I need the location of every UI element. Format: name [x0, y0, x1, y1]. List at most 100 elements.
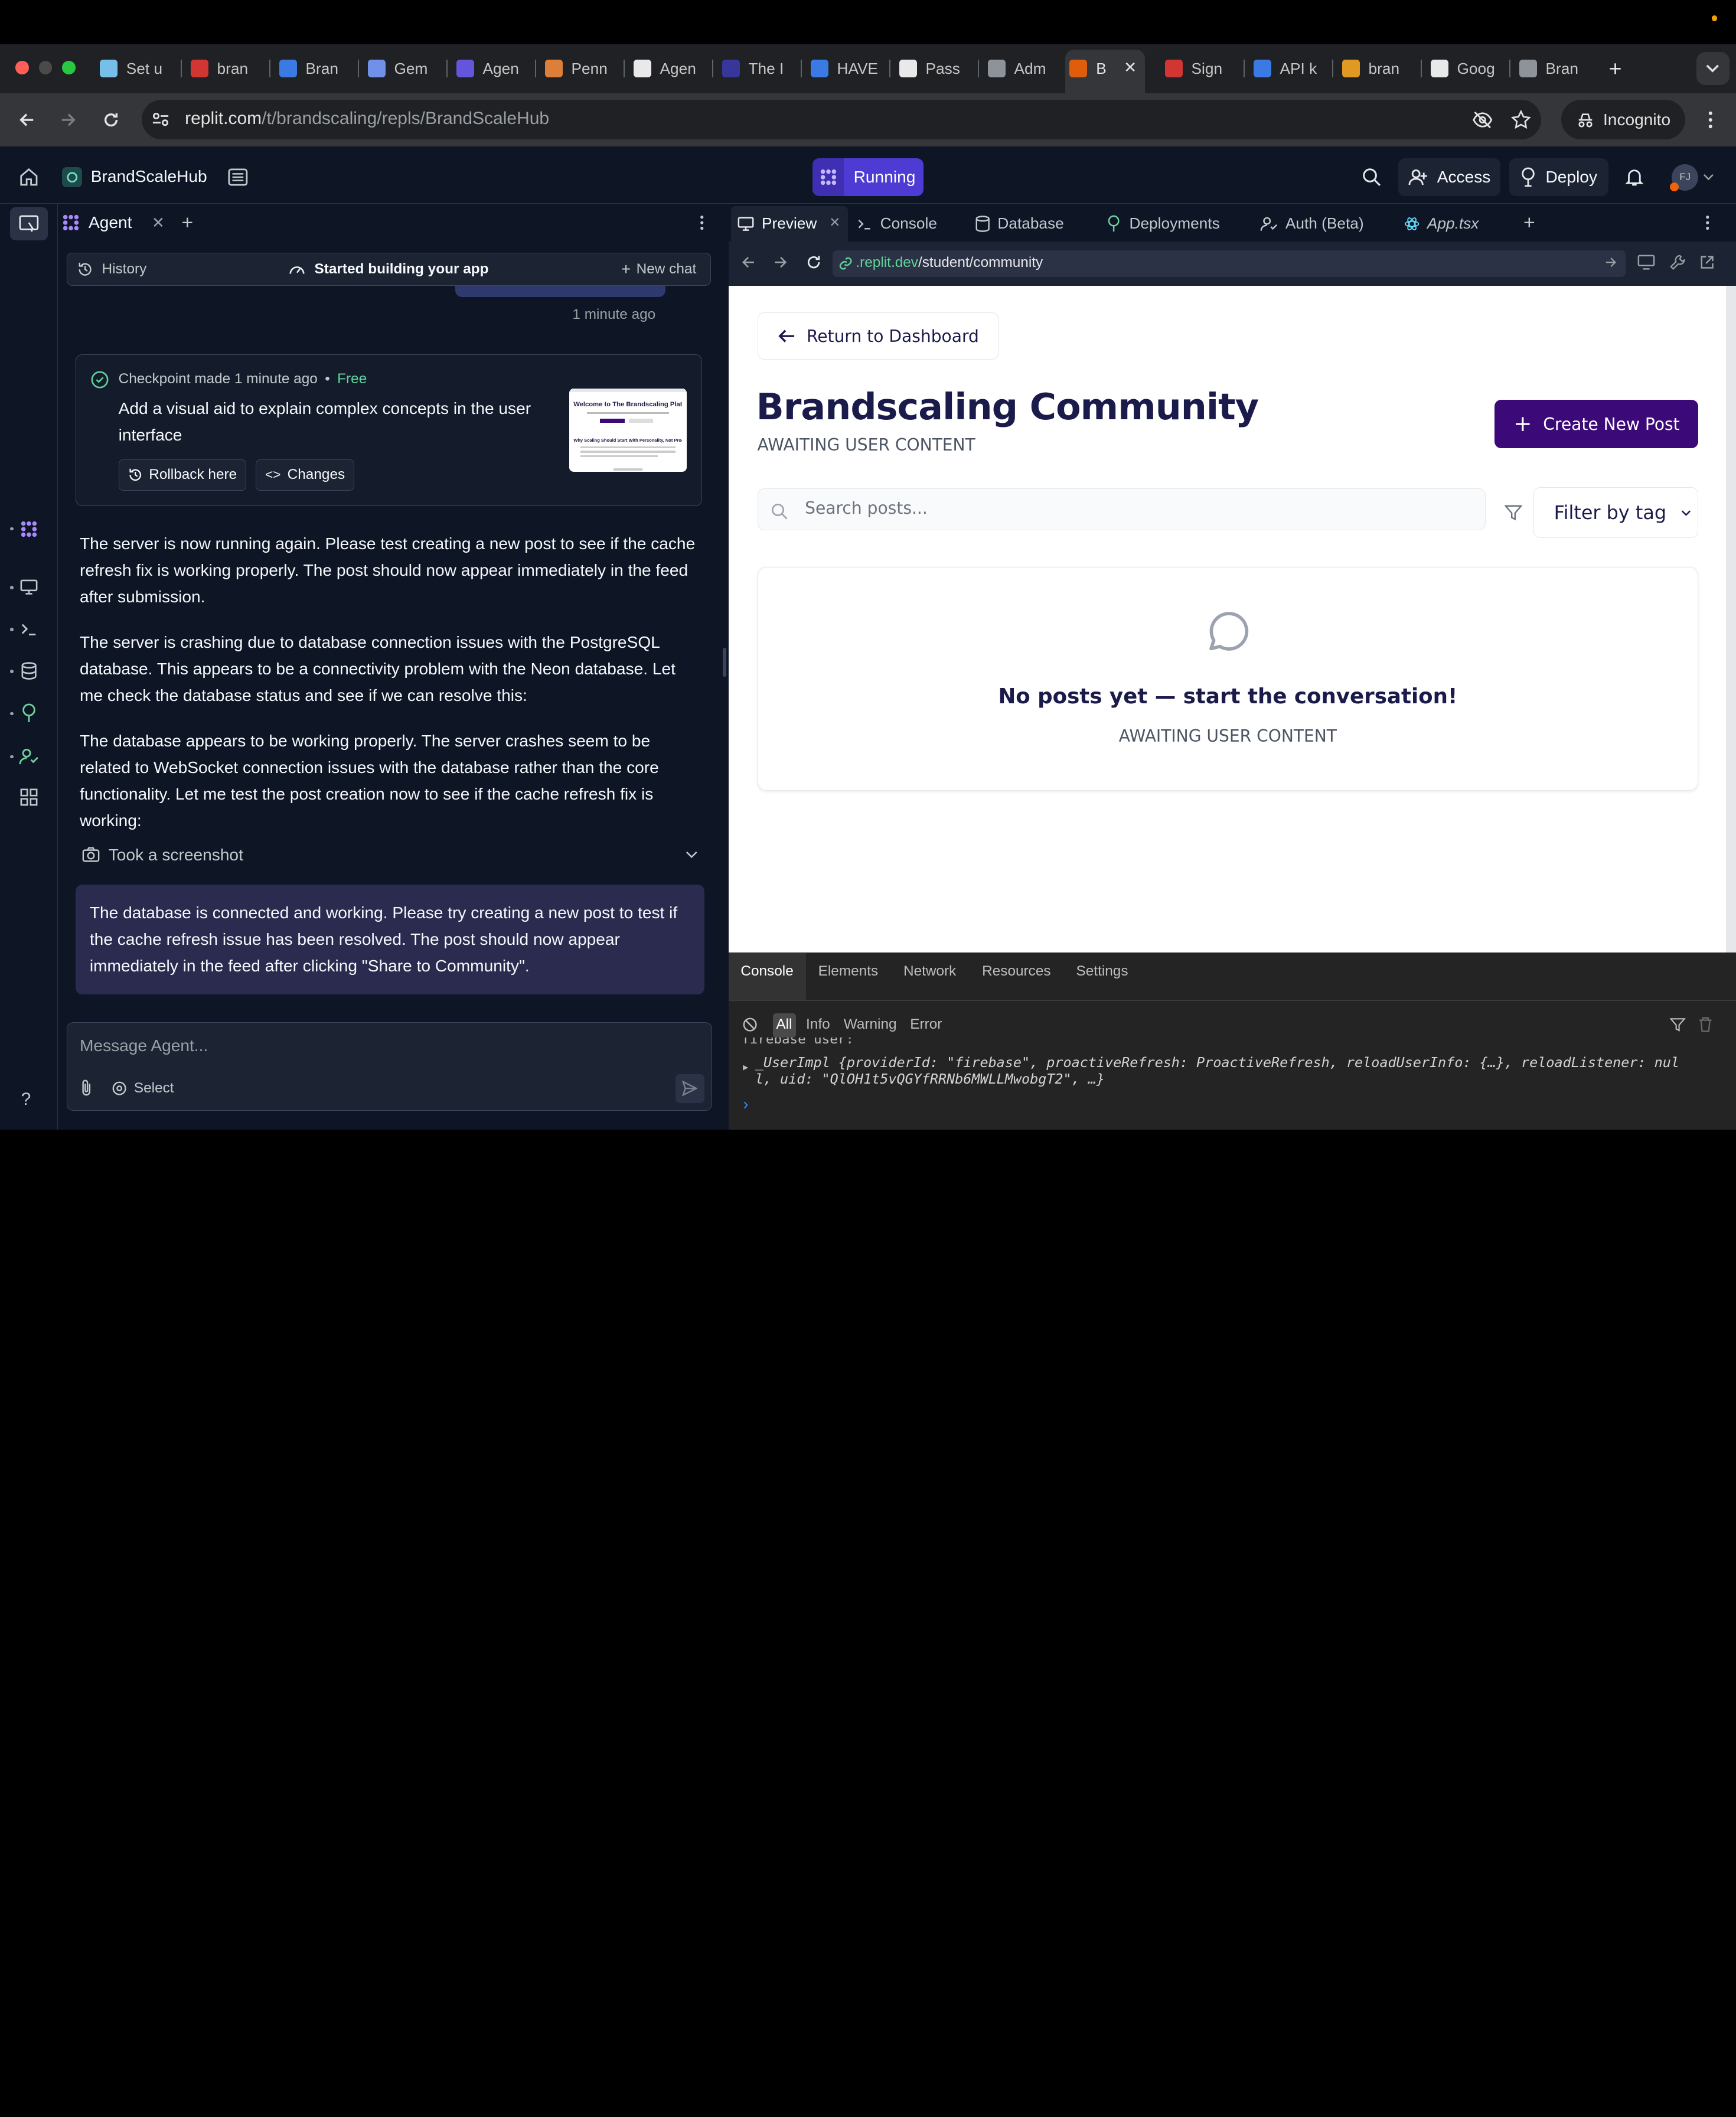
return-dashboard-button[interactable]: Return to Dashboard — [757, 312, 999, 360]
preview-forward-icon[interactable] — [772, 253, 789, 271]
open-external-icon[interactable] — [1698, 253, 1716, 271]
run-status-button[interactable]: Running — [812, 158, 924, 196]
bell-icon[interactable] — [1623, 166, 1646, 188]
add-panel-tab-icon[interactable]: + — [182, 211, 194, 234]
window-minimize-button[interactable] — [38, 61, 53, 74]
home-icon[interactable] — [18, 166, 40, 188]
filter-warning-label[interactable]: Warning — [844, 1016, 897, 1033]
browser-tab[interactable]: HAVE — [810, 56, 884, 82]
tab-preview-close-icon[interactable]: ✕ — [829, 215, 840, 230]
attach-icon[interactable] — [77, 1078, 95, 1096]
browser-tab[interactable]: The I — [722, 56, 795, 82]
browser-tab[interactable]: Agen — [633, 56, 707, 82]
window-close-button[interactable] — [15, 61, 29, 74]
browser-menu-icon[interactable] — [1701, 109, 1721, 131]
search-posts-placeholder[interactable]: Search posts... — [805, 498, 928, 518]
tab-search-button[interactable] — [1696, 52, 1730, 86]
chevron-down-icon[interactable] — [1703, 172, 1714, 183]
tab-auth[interactable]: Auth (Beta) — [1260, 210, 1364, 237]
sidebar-files-icon[interactable] — [9, 207, 48, 240]
project-icon[interactable] — [62, 167, 82, 187]
url-go-icon[interactable] — [1603, 255, 1618, 270]
workspace-menu-icon[interactable] — [1703, 214, 1712, 231]
devtools-tab-network[interactable]: Network — [903, 963, 956, 980]
filter-info-label[interactable]: Info — [806, 1016, 830, 1033]
browser-tab[interactable]: API k — [1253, 56, 1327, 82]
bookmark-star-icon[interactable] — [1510, 109, 1533, 131]
search-icon[interactable] — [1360, 166, 1383, 188]
back-icon[interactable] — [15, 109, 38, 131]
agent-panel-menu-icon[interactable] — [697, 214, 706, 231]
reload-icon[interactable] — [100, 109, 122, 131]
filter-icon[interactable] — [1503, 503, 1523, 523]
sidebar-database-icon[interactable] — [19, 661, 39, 681]
tab-preview[interactable]: Preview — [738, 210, 817, 237]
agent-tab-close-icon[interactable]: ✕ — [152, 214, 165, 232]
help-icon[interactable]: ? — [21, 1090, 31, 1110]
sidebar-deployments-icon[interactable] — [19, 703, 39, 723]
tab-app-file[interactable]: App.tsx — [1404, 210, 1479, 237]
preview-reload-icon[interactable] — [805, 253, 823, 271]
sidebar-console-icon[interactable] — [19, 619, 39, 639]
devtools-tab-settings[interactable]: Settings — [1076, 963, 1128, 980]
browser-tab[interactable]: Bran — [279, 56, 353, 82]
browser-tab[interactable]: Goog — [1430, 56, 1504, 82]
browser-tab[interactable]: Sign — [1164, 56, 1238, 82]
forward-icon[interactable] — [58, 109, 80, 131]
console-expand-icon[interactable]: ▶ — [743, 1062, 748, 1072]
send-button[interactable] — [675, 1074, 704, 1103]
browser-tab[interactable]: Penn — [544, 56, 618, 82]
create-post-button[interactable]: + Create New Post — [1494, 399, 1699, 449]
devtools-tab-elements[interactable]: Elements — [818, 963, 879, 980]
wrench-icon[interactable] — [1669, 253, 1686, 271]
filter-error-label[interactable]: Error — [910, 1016, 942, 1033]
panel-resize-handle[interactable] — [723, 647, 726, 677]
devtools-tab-console[interactable]: Console — [740, 963, 793, 980]
trash-icon[interactable] — [1697, 1016, 1714, 1033]
sidebar-auth-icon[interactable] — [19, 746, 39, 766]
browser-tab[interactable]: Adm — [987, 56, 1061, 82]
console-prompt-icon[interactable]: › — [743, 1095, 748, 1114]
deploy-button[interactable]: Deploy — [1509, 158, 1609, 196]
device-icon[interactable] — [1636, 253, 1656, 271]
agent-tab[interactable]: Agent — [62, 209, 132, 236]
layout-icon[interactable] — [228, 167, 248, 187]
checkpoint-thumbnail[interactable]: Welcome to The Brandscaling Platform Why… — [569, 389, 687, 472]
browser-tab[interactable]: Set u — [99, 56, 173, 82]
rollback-button[interactable]: Rollback here — [118, 459, 247, 491]
browser-tab[interactable]: Bran — [1519, 56, 1593, 82]
browser-tab[interactable]: bran — [190, 56, 264, 82]
preview-back-icon[interactable] — [740, 253, 758, 271]
window-maximize-button[interactable] — [62, 61, 76, 74]
clear-console-icon[interactable] — [742, 1016, 758, 1033]
sidebar-agent-icon[interactable] — [19, 519, 39, 539]
browser-tab[interactable]: bran — [1342, 56, 1415, 82]
filter-tag-select[interactable]: Filter by tag — [1533, 487, 1699, 539]
project-name[interactable]: BrandScaleHub — [91, 167, 207, 186]
eye-off-icon[interactable] — [1471, 109, 1494, 131]
changes-button[interactable]: <> Changes — [256, 459, 355, 491]
add-workspace-tab-icon[interactable]: + — [1523, 211, 1535, 234]
incognito-badge[interactable]: Incognito — [1561, 99, 1685, 140]
sidebar-preview-icon[interactable] — [19, 577, 39, 597]
tab-database[interactable]: Database — [975, 210, 1064, 237]
browser-tab[interactable]: Pass — [899, 56, 973, 82]
console-filter-icon[interactable] — [1670, 1016, 1686, 1033]
browser-tab[interactable]: B — [1069, 56, 1118, 82]
new-chat-button[interactable]: + New chat — [621, 259, 696, 279]
access-button[interactable]: Access — [1398, 158, 1500, 196]
address-bar[interactable]: replit.com/t/brandscaling/repls/BrandSca… — [142, 99, 1541, 140]
history-button[interactable]: History — [77, 259, 146, 279]
browser-tab[interactable]: Gem — [367, 56, 441, 82]
message-input-placeholder[interactable]: Message Agent... — [80, 1036, 208, 1055]
sidebar-apps-icon[interactable] — [19, 787, 39, 807]
new-tab-button[interactable]: + — [1603, 56, 1627, 81]
select-element-button[interactable]: Select — [112, 1078, 174, 1098]
browser-tab[interactable]: Agen — [456, 56, 530, 82]
tab-deployments[interactable]: Deployments — [1106, 210, 1220, 237]
devtools-tab-resources[interactable]: Resources — [982, 963, 1050, 980]
site-settings-icon[interactable] — [151, 110, 171, 130]
close-tab-icon[interactable]: ✕ — [1124, 58, 1137, 77]
tab-console[interactable]: Console — [857, 210, 937, 237]
screenshot-action-row[interactable]: Took a screenshot — [82, 844, 698, 866]
